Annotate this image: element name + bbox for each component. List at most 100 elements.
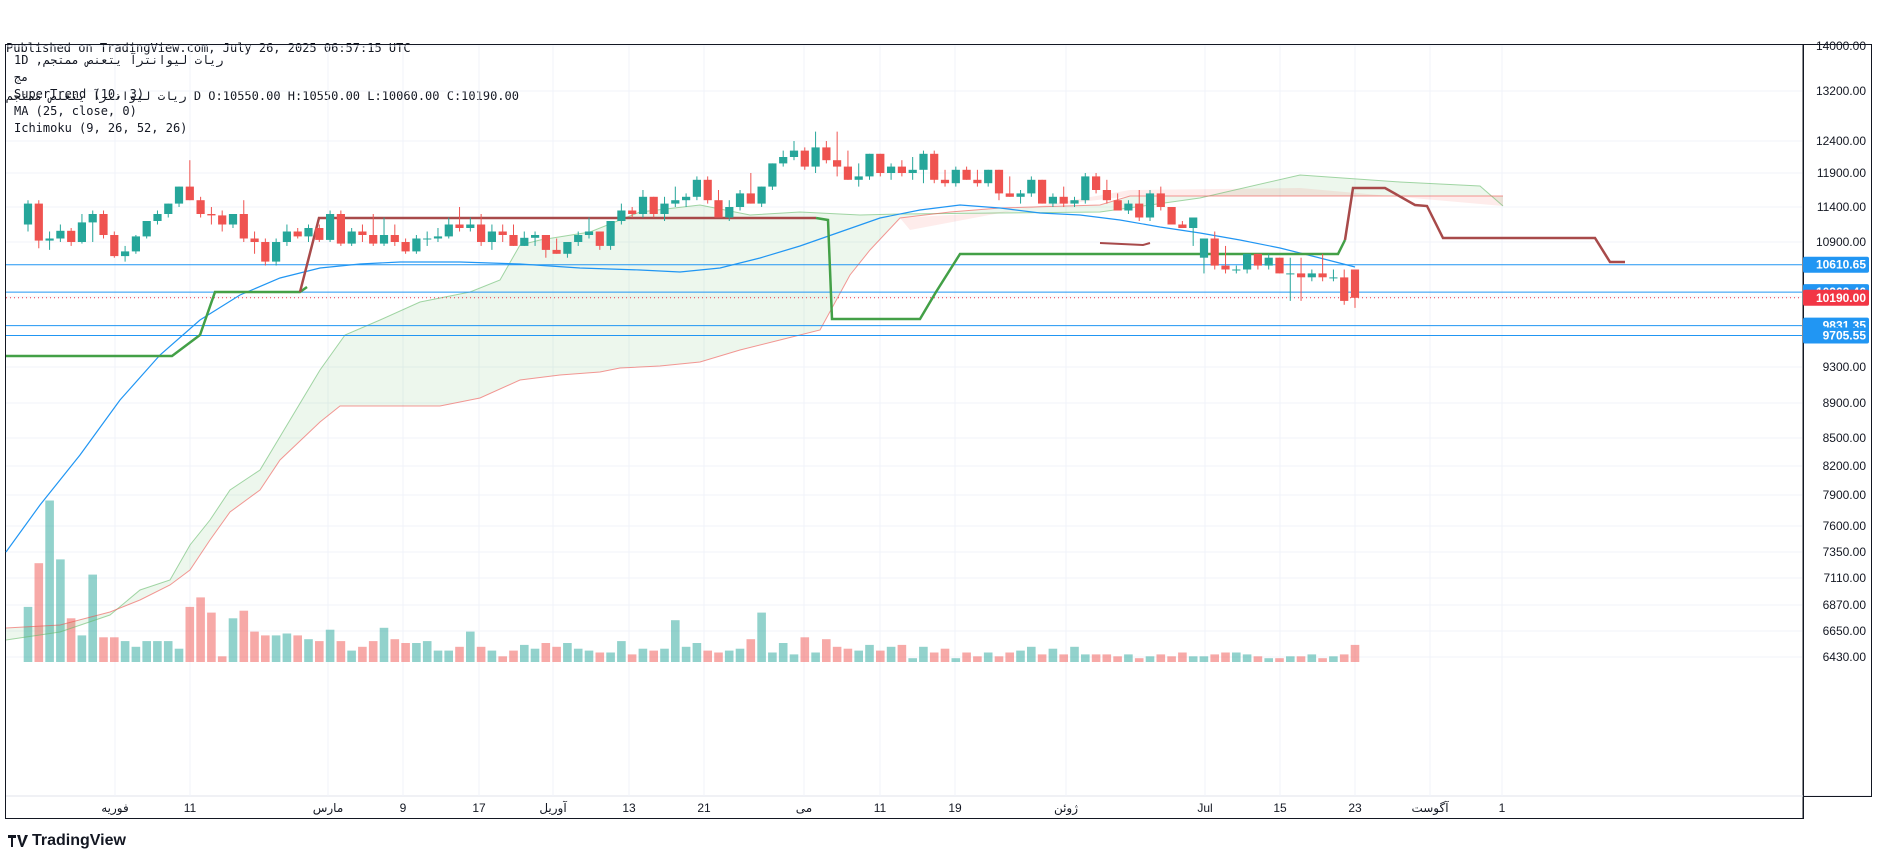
volume-bar	[476, 646, 486, 662]
candle-body	[185, 186, 194, 201]
candle-body	[1135, 203, 1144, 218]
time-tick-label: می	[796, 801, 812, 815]
candle-body	[1340, 277, 1349, 301]
legend-supertrend[interactable]: SuperTrend (10, 3)	[14, 86, 224, 103]
candle-body	[326, 214, 335, 240]
volume-bar	[142, 641, 151, 662]
price-tick-label: 6650.00	[1823, 624, 1867, 638]
volume-bar	[315, 641, 324, 662]
candle-body	[1329, 277, 1338, 279]
volume-bar	[617, 641, 626, 662]
time-tick-label: 15	[1273, 801, 1287, 815]
volume-bar	[940, 648, 950, 662]
time-axis[interactable]: فوریه 11 مارس 9 17 آوریل 13 21 می 11 19 ژوئن Jul 15 23…	[101, 800, 1505, 816]
candle-body	[1124, 203, 1133, 211]
volume-bar	[671, 620, 680, 662]
legend-ma[interactable]: MA (25, close, 0)	[14, 103, 224, 120]
volume-bar	[336, 641, 346, 662]
volume-layer	[23, 500, 1360, 662]
candle-body	[23, 203, 33, 225]
candle-body	[56, 230, 65, 239]
price-axis[interactable]: 14000.00 13200.00 12400.00 11900.00 11400.00…	[1816, 39, 1866, 664]
volume-bar	[174, 648, 184, 662]
candle-body	[962, 169, 971, 180]
volume-bar	[390, 639, 400, 662]
price-tick-label: 11900.00	[1817, 166, 1866, 180]
candle-body	[628, 210, 637, 214]
candle-body	[34, 203, 43, 241]
candle-body	[1092, 176, 1101, 190]
candle-body	[1210, 238, 1219, 266]
volume-bar	[811, 652, 820, 662]
candle-body	[487, 231, 496, 242]
price-tick-label: 8200.00	[1823, 459, 1867, 473]
volume-bar	[444, 650, 453, 662]
candle-body	[304, 228, 313, 237]
price-tick-label: 6870.00	[1823, 598, 1867, 612]
candle-body	[930, 153, 939, 180]
last-price-tag: 10190.00	[1816, 291, 1866, 305]
price-tick-label: 7900.00	[1823, 488, 1867, 502]
volume-bar	[1091, 654, 1101, 662]
candle-body	[433, 236, 443, 239]
candle-body	[973, 179, 982, 184]
candle-body	[509, 235, 518, 246]
legend-ichimoku[interactable]: Ichimoku (9, 26, 52, 26)	[14, 120, 224, 137]
candle-body	[77, 222, 86, 242]
volume-bar	[304, 639, 313, 662]
tradingview-logo[interactable]: TradingView	[8, 832, 126, 850]
candle-body	[714, 200, 723, 218]
price-tick-label: 7600.00	[1823, 519, 1867, 533]
candle-body	[951, 169, 960, 184]
candle-body	[908, 169, 917, 173]
candle-body	[1253, 253, 1262, 266]
candle-body	[1016, 193, 1025, 197]
candle-body	[401, 242, 410, 252]
price-tick-label: 8900.00	[1823, 396, 1867, 410]
time-tick-label: 13	[622, 801, 636, 815]
volume-bar	[358, 646, 367, 662]
volume-bar	[1350, 644, 1360, 662]
candle-body	[1156, 193, 1165, 207]
volume-bar	[1329, 656, 1338, 662]
price-tick-label: 7350.00	[1823, 545, 1867, 559]
legend-symbol[interactable]: 1D ,ریات لیوانترآ یتعنص ممتجم	[14, 52, 224, 69]
candle-body	[1178, 224, 1187, 228]
candle-body	[239, 214, 248, 239]
volume-bar	[1059, 654, 1068, 662]
candle-body	[466, 224, 475, 228]
volume-bar	[509, 650, 518, 662]
candle-body	[746, 193, 755, 204]
candle-body	[67, 230, 76, 242]
volume-bar	[217, 656, 227, 662]
volume-bar	[34, 563, 44, 662]
chart-svg[interactable]: 14000.00 13200.00 12400.00 11900.00 11400.00…	[0, 0, 1878, 858]
volume-bar	[573, 648, 583, 662]
volume-bar	[1156, 654, 1166, 662]
volume-bar	[746, 639, 756, 662]
candle-body	[649, 196, 658, 214]
candle-body	[520, 237, 529, 246]
candle-body	[498, 231, 507, 235]
candle-body	[789, 150, 799, 157]
candle-body	[1189, 217, 1198, 228]
candle-body	[131, 236, 140, 252]
volume-bar	[983, 652, 993, 662]
time-tick-label: 23	[1348, 801, 1362, 815]
volume-bar	[973, 656, 982, 662]
candle-body	[142, 221, 151, 237]
candle-body	[444, 224, 453, 237]
price-level-tag: 10610.65	[1816, 258, 1866, 272]
volume-bar	[271, 635, 281, 662]
time-tick-label: آوریل	[539, 800, 567, 816]
price-tick-label: 7110.00	[1824, 571, 1867, 585]
candle-body	[99, 214, 108, 235]
volume-bar	[778, 643, 788, 662]
candle-body	[1167, 207, 1176, 225]
candle-body	[919, 153, 928, 170]
volume-bar	[45, 500, 54, 662]
candle-body	[272, 242, 281, 262]
price-tick-label: 12400.00	[1816, 134, 1866, 148]
candle-body	[768, 163, 777, 187]
candle-body	[811, 147, 820, 167]
